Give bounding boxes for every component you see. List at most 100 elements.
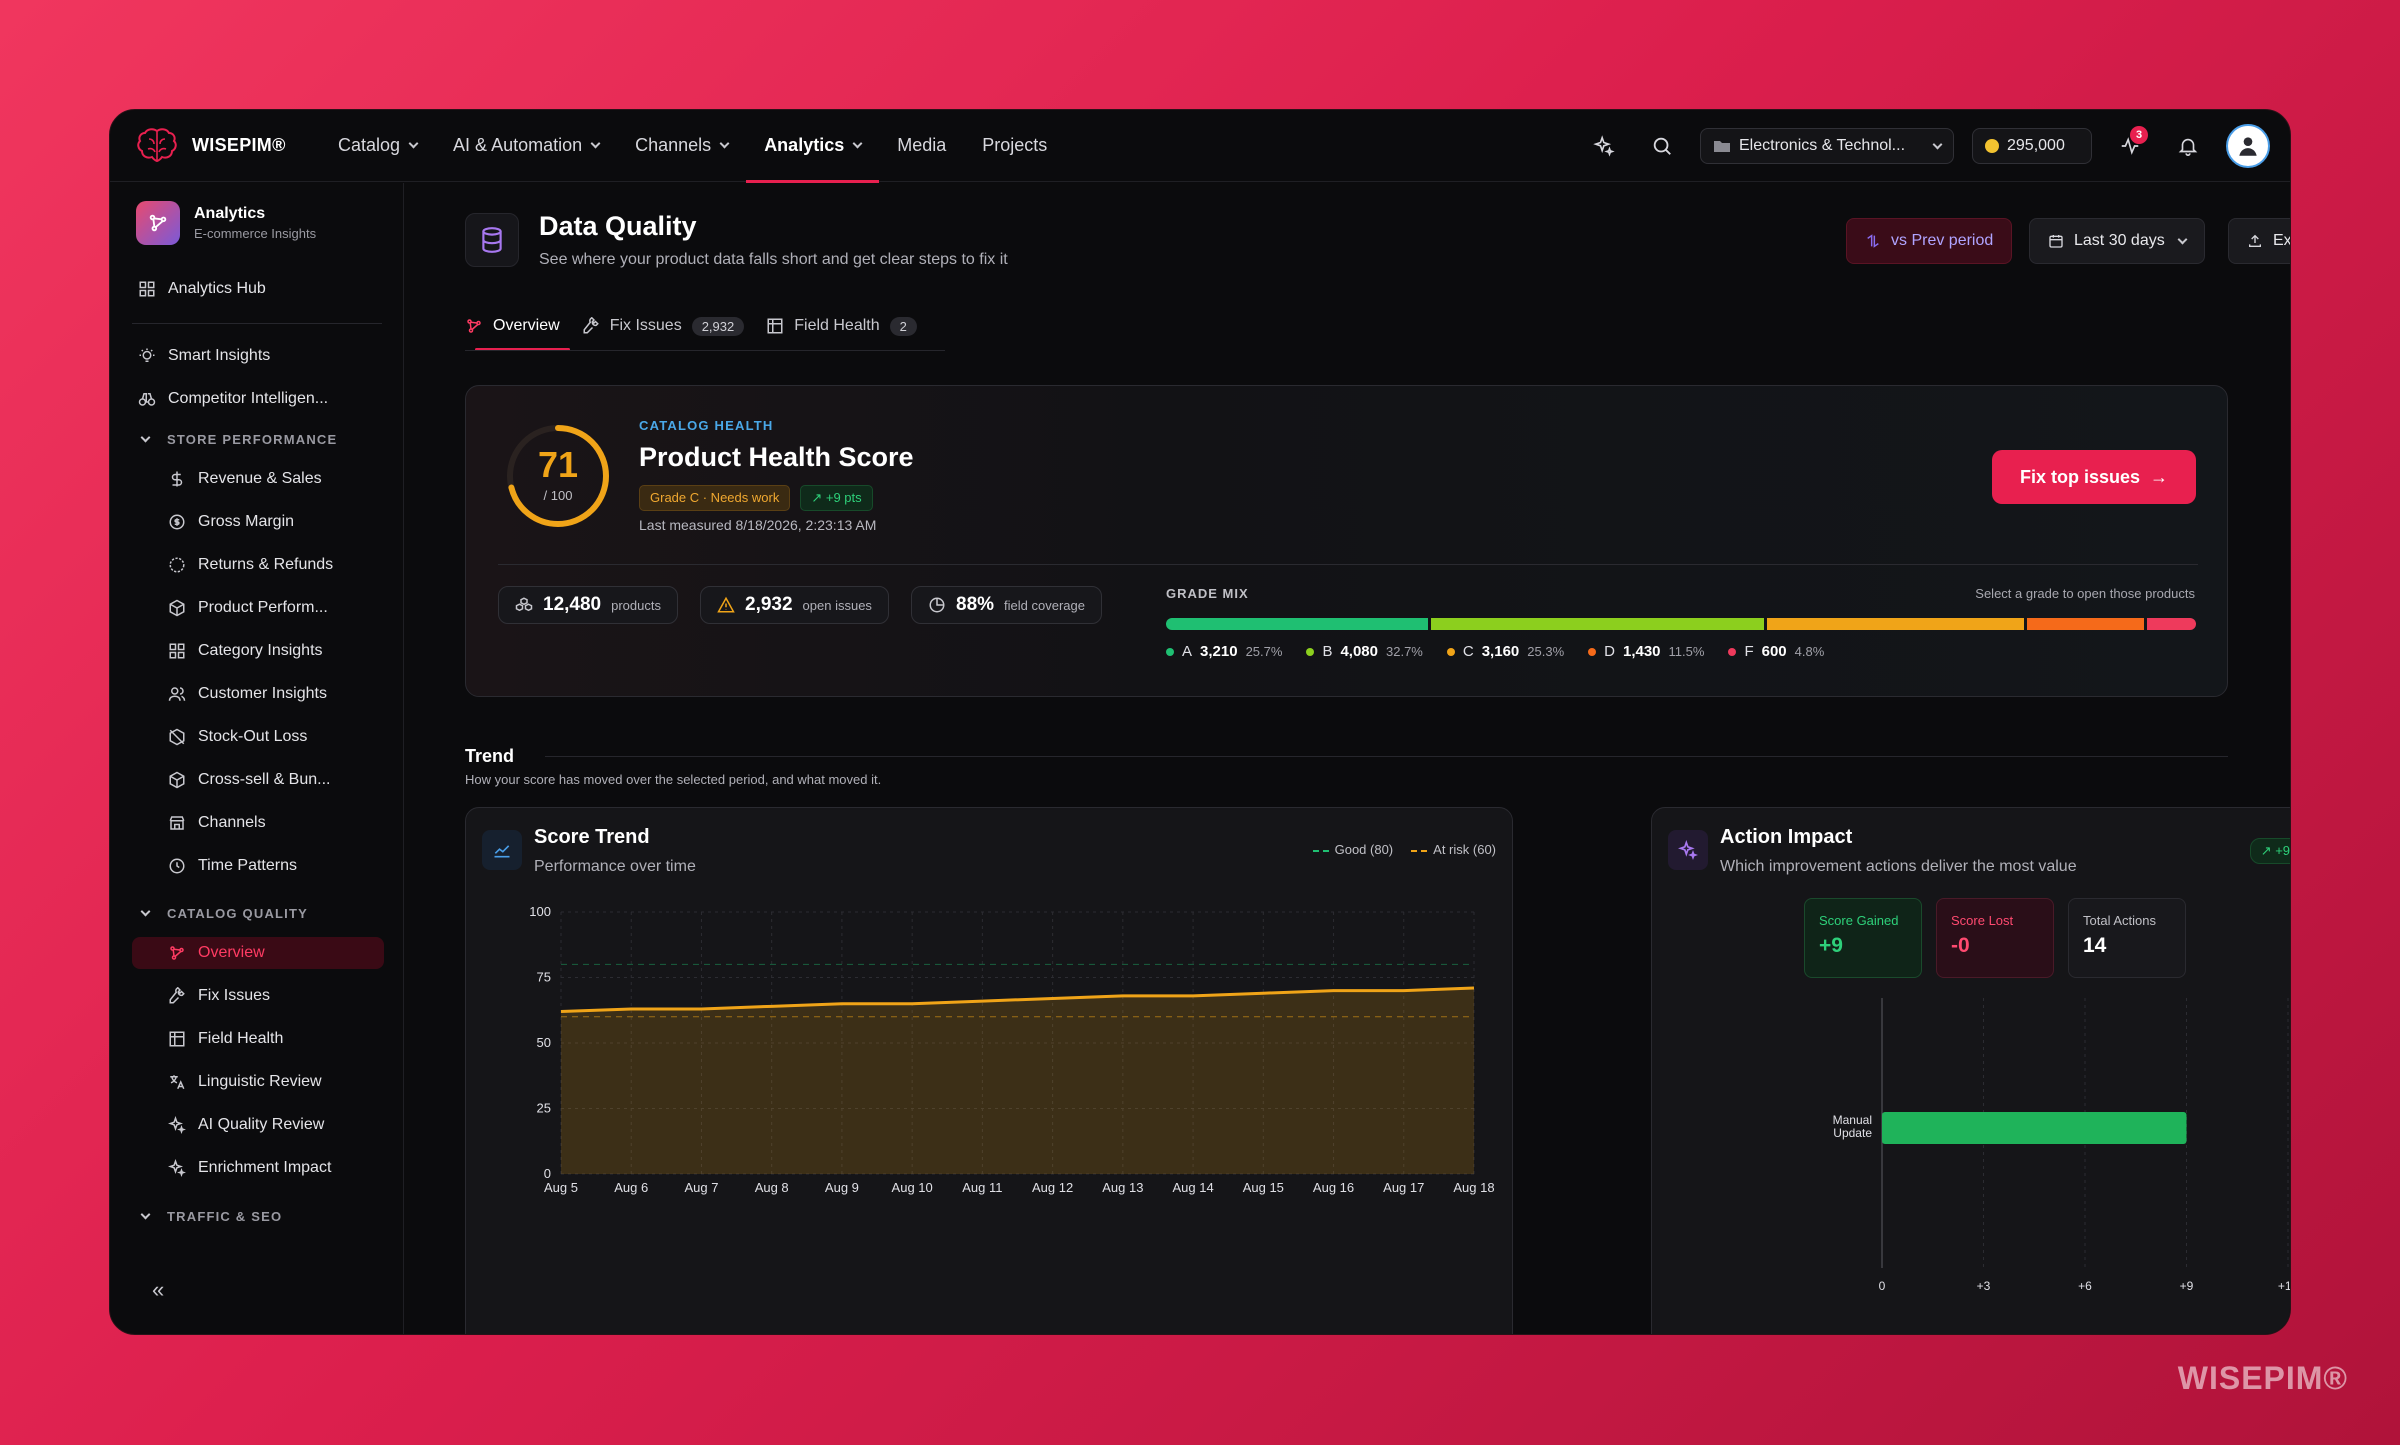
- credits-value: 295,000: [2007, 137, 2065, 154]
- sidebar-item-gross-margin[interactable]: Gross Margin: [168, 506, 388, 538]
- nav-ai-automation[interactable]: AI & Automation: [435, 110, 617, 182]
- lightbulb-icon: [139, 348, 155, 362]
- kpi-label: Score Gained: [1819, 913, 1899, 928]
- compare-period-button[interactable]: vs Prev period: [1846, 218, 2013, 264]
- wrench-icon: [583, 317, 599, 334]
- export-button[interactable]: Export: [2228, 218, 2291, 264]
- user-avatar[interactable]: [2226, 124, 2270, 168]
- action-impact-chart: 0 +3 +6 +9 +12 ManualUpdate: [1833, 998, 2290, 1293]
- fix-top-issues-button[interactable]: Fix top issues →: [1992, 450, 2196, 504]
- kpi-value: -0: [1951, 934, 1970, 957]
- sidebar-item-label: Field Health: [198, 1030, 284, 1047]
- sidebar-item-overview[interactable]: Overview: [132, 937, 384, 969]
- section-traffic-seo[interactable]: TRAFFIC & SEO: [138, 1209, 282, 1224]
- notifications-button[interactable]: [2168, 126, 2208, 166]
- tab-field-health[interactable]: Field Health 2: [766, 301, 917, 351]
- nav-catalog[interactable]: Catalog: [320, 110, 435, 182]
- x-tick-label: 0: [1879, 1279, 1886, 1293]
- grade-legend-c[interactable]: C 3,160 25.3%: [1446, 643, 1564, 660]
- nav-channels[interactable]: Channels: [617, 110, 746, 182]
- grade-segment-b[interactable]: [1430, 618, 1764, 630]
- grade-segment-a[interactable]: [1166, 618, 1428, 630]
- nav-media[interactable]: Media: [879, 110, 964, 182]
- main-content: Data Quality See where your product data…: [405, 183, 2291, 1334]
- nav-analytics[interactable]: Analytics: [746, 110, 880, 183]
- x-tick-label: +9: [2180, 1279, 2194, 1293]
- sidebar-item-label: Smart Insights: [168, 347, 271, 364]
- section-store-performance[interactable]: STORE PERFORMANCE: [138, 432, 337, 447]
- x-tick-label: Aug 13: [1102, 1180, 1143, 1195]
- sidebar-item-label: Category Insights: [198, 642, 323, 659]
- chevron-down-icon: [140, 1209, 151, 1220]
- sidebar-item-enrichment-impact[interactable]: Enrichment Impact: [168, 1152, 388, 1184]
- sidebar-item-stock-out-loss[interactable]: Stock-Out Loss: [168, 721, 388, 753]
- workspace-selector[interactable]: Electronics & Technol...: [1700, 128, 1954, 164]
- network-icon: [467, 319, 481, 333]
- tab-label: Field Health: [794, 317, 880, 334]
- compare-period-label: vs Prev period: [1891, 232, 1994, 249]
- search-button[interactable]: [1642, 126, 1682, 166]
- grade-legend-f[interactable]: F 600 4.8%: [1728, 643, 1824, 660]
- folder-icon: [1714, 141, 1730, 152]
- credits-display[interactable]: 295,000: [1972, 128, 2092, 164]
- x-tick-label: Aug 12: [1032, 1180, 1073, 1195]
- sidebar-item-linguistic-review[interactable]: Linguistic Review: [168, 1066, 388, 1098]
- sidebar-item-analytics-hub[interactable]: Analytics Hub: [138, 273, 388, 305]
- sidebar-collapse-button[interactable]: «: [152, 1277, 164, 1303]
- x-tick-label: Aug 16: [1313, 1180, 1354, 1195]
- stat-label: products: [611, 597, 661, 613]
- section-label: TRAFFIC & SEO: [167, 1209, 283, 1224]
- date-range-selector[interactable]: Last 30 days: [2029, 218, 2205, 264]
- dollar-icon: [171, 471, 183, 487]
- sidebar-item-competitor-intelligence[interactable]: Competitor Intelligen...: [138, 383, 388, 415]
- score-trend-subtitle: Performance over time: [534, 858, 696, 875]
- grade-letter: D: [1604, 643, 1615, 660]
- top-bar: WISEPIM® Catalog AI & Automation Channel…: [110, 110, 2290, 183]
- nav-projects[interactable]: Projects: [964, 110, 1065, 182]
- export-label: Export: [2273, 232, 2291, 249]
- sidebar-item-time-patterns[interactable]: Time Patterns: [168, 850, 388, 882]
- grade-segment-d[interactable]: [2027, 618, 2145, 630]
- sidebar-item-label: Customer Insights: [198, 685, 327, 702]
- tab-fix-issues[interactable]: Fix Issues 2,932: [582, 301, 745, 351]
- sidebar-item-field-health[interactable]: Field Health: [168, 1023, 388, 1055]
- kpi-score-gained: Score Gained +9: [1804, 898, 1922, 978]
- app-window: WISEPIM® Catalog AI & Automation Channel…: [109, 109, 2291, 1335]
- legend-dot: [1166, 647, 1174, 656]
- grade-legend-d[interactable]: D 1,430 11.5%: [1588, 643, 1704, 660]
- search-icon: [1653, 137, 1671, 155]
- logo[interactable]: WISEPIM®: [136, 127, 306, 165]
- sidebar-item-customer-insights[interactable]: Customer Insights: [168, 678, 388, 710]
- sidebar-item-fix-issues[interactable]: Fix Issues: [168, 980, 388, 1012]
- x-tick-label: Aug 11: [962, 1180, 1002, 1195]
- grade-legend-b[interactable]: B 4,080 32.7%: [1306, 643, 1423, 660]
- sidebar-item-ai-quality-review[interactable]: AI Quality Review: [168, 1109, 388, 1141]
- ai-sparkle-button[interactable]: [1584, 126, 1624, 166]
- grade-legend-a[interactable]: A 3,210 25.7%: [1166, 643, 1282, 660]
- boxes-icon: [515, 597, 533, 612]
- top-right-controls: Electronics & Technol... 295,000 3: [1584, 110, 2270, 182]
- section-catalog-quality[interactable]: CATALOG QUALITY: [138, 906, 308, 921]
- user-icon: [2239, 137, 2257, 156]
- sidebar-item-channels[interactable]: Channels: [168, 807, 388, 839]
- sidebar-item-label: Analytics Hub: [168, 280, 266, 297]
- grade-segment-f[interactable]: [2147, 618, 2196, 630]
- sidebar-item-cross-sell[interactable]: Cross-sell & Bun...: [168, 764, 388, 796]
- impact-bar[interactable]: [1882, 1112, 2187, 1144]
- legend-dot: [1588, 647, 1597, 656]
- tab-overview[interactable]: Overview: [465, 301, 570, 351]
- grade-count: 600: [1761, 643, 1787, 660]
- nav-channels-label: Channels: [635, 135, 712, 155]
- kpi-label: Total Actions: [2083, 913, 2156, 928]
- activity-button[interactable]: 3: [2110, 126, 2150, 166]
- x-tick-label: Aug 9: [825, 1180, 859, 1195]
- sidebar-item-returns-refunds[interactable]: Returns & Refunds: [168, 549, 388, 581]
- y-tick-label: 25: [537, 1101, 551, 1116]
- sidebar-item-revenue-sales[interactable]: Revenue & Sales: [168, 463, 388, 495]
- grade-segment-c[interactable]: [1766, 618, 2025, 630]
- main-nav: Catalog AI & Automation Channels Analyti…: [320, 110, 1065, 183]
- score-value: 71: [537, 444, 579, 485]
- sidebar-item-product-performance[interactable]: Product Perform...: [168, 592, 388, 624]
- sidebar-item-smart-insights[interactable]: Smart Insights: [138, 340, 388, 372]
- sidebar-item-category-insights[interactable]: Category Insights: [168, 635, 388, 667]
